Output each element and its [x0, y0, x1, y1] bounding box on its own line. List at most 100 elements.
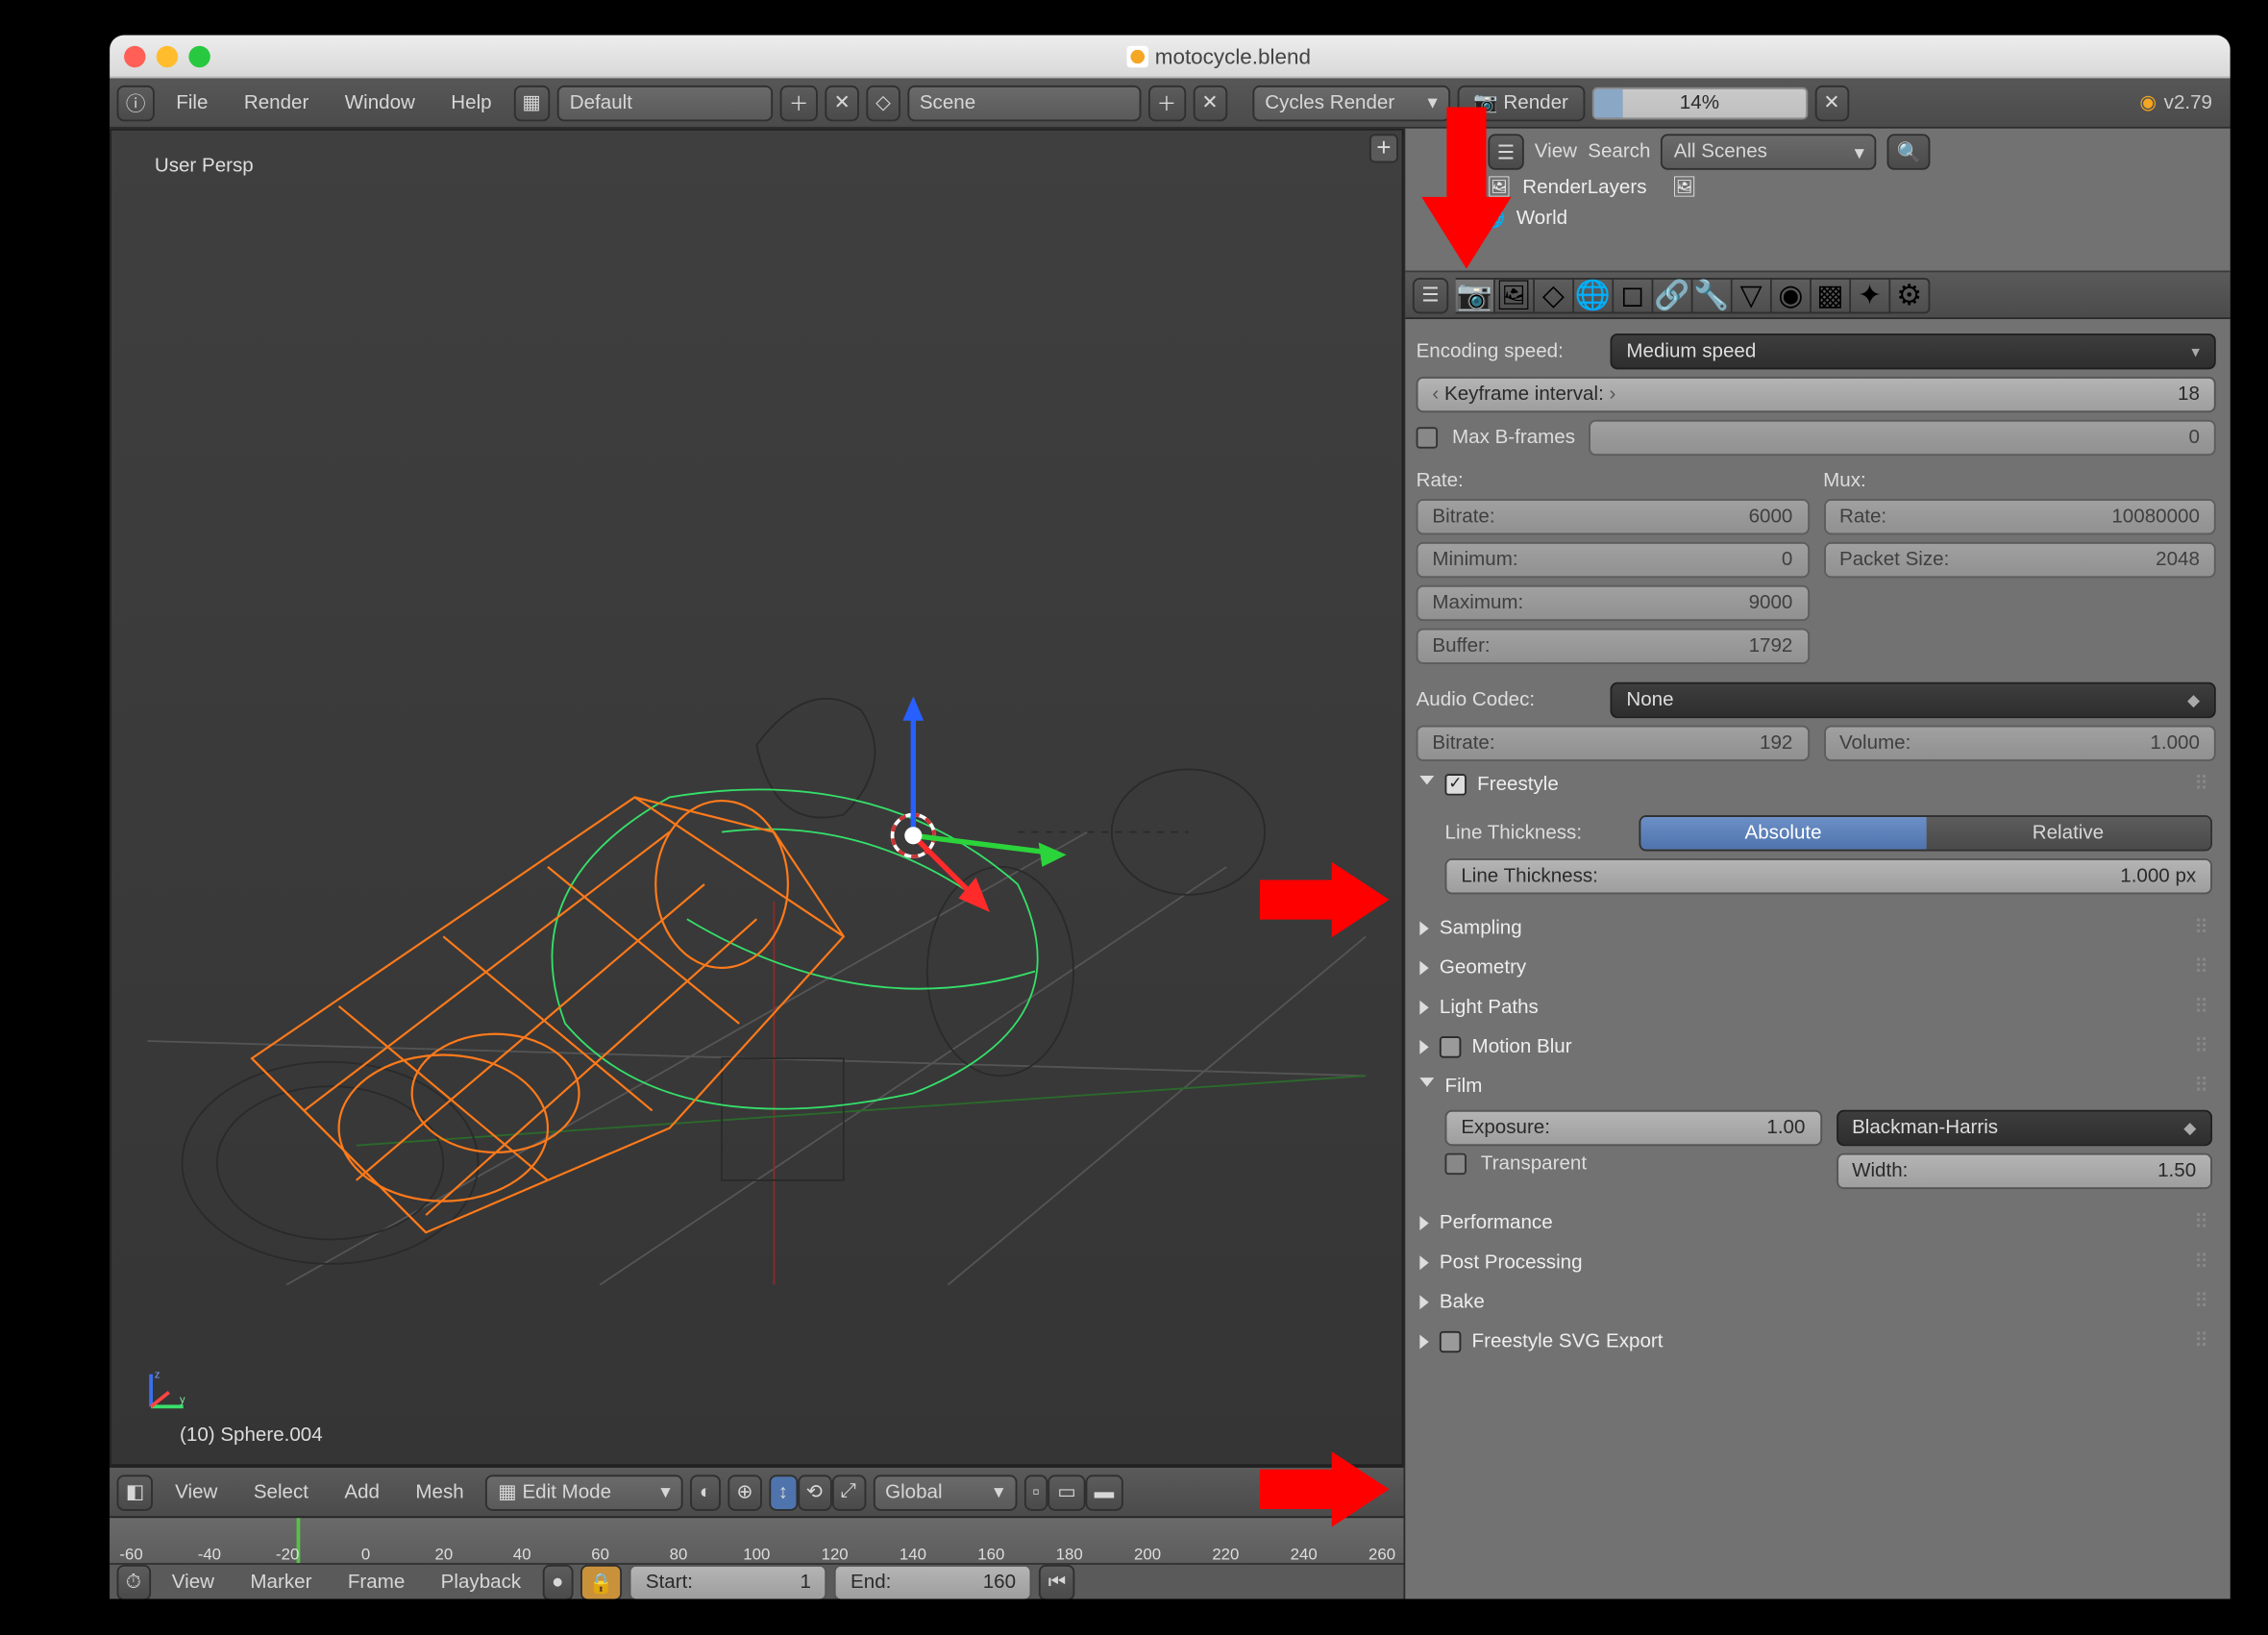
tab-physics[interactable]: ⚙: [1890, 277, 1930, 312]
pivot-icon[interactable]: ⊕: [727, 1474, 762, 1509]
jump-start-icon[interactable]: ⏮: [1039, 1565, 1074, 1599]
transparent-label: Transparent: [1481, 1153, 1587, 1175]
select-edge-icon[interactable]: ▭: [1048, 1474, 1085, 1509]
start-frame-field[interactable]: Start:1: [629, 1565, 827, 1599]
rate-min-field[interactable]: Minimum:0: [1417, 542, 1810, 578]
auto-keyframe-icon[interactable]: ●: [543, 1565, 573, 1599]
cancel-render-icon[interactable]: ✕: [1814, 85, 1849, 120]
vp-menu-select[interactable]: Select: [239, 1475, 323, 1508]
rate-buffer-field[interactable]: Buffer:1792: [1417, 629, 1810, 664]
viewport-shading-icon[interactable]: ◐: [690, 1474, 720, 1509]
exposure-field[interactable]: Exposure:1.00: [1445, 1110, 1822, 1146]
tl-menu-frame[interactable]: Frame: [333, 1567, 419, 1599]
panel-film-header[interactable]: Film⠿: [1417, 1069, 2216, 1103]
transparent-checkbox[interactable]: [1445, 1153, 1467, 1175]
freestyle-checkbox[interactable]: [1445, 773, 1467, 794]
panel-bake-header[interactable]: Bake⠿: [1417, 1284, 2216, 1319]
search-icon[interactable]: 🔍: [1887, 134, 1930, 169]
audio-codec-dropdown[interactable]: None◆: [1611, 682, 2216, 718]
pixel-filter-dropdown[interactable]: Blackman-Harris◆: [1836, 1110, 2212, 1146]
outliner-item-world[interactable]: 🌐World: [1417, 202, 2220, 233]
close-traffic-light[interactable]: [124, 45, 145, 66]
editor-type-timeline-icon[interactable]: ⏱: [117, 1565, 151, 1599]
panel-post-processing-header[interactable]: Post Processing⠿: [1417, 1245, 2216, 1279]
rate-max-field[interactable]: Maximum:9000: [1417, 585, 1810, 621]
orientation-dropdown[interactable]: Global▾: [873, 1474, 1017, 1509]
audio-volume-field[interactable]: Volume:1.000: [1823, 726, 2216, 761]
scene-dropdown[interactable]: Scene: [907, 85, 1141, 120]
manipulator-translate-icon[interactable]: ↕: [769, 1474, 797, 1509]
add-screen-icon[interactable]: ＋: [780, 85, 818, 120]
tab-texture[interactable]: ▩: [1812, 277, 1851, 312]
panel-sampling-header[interactable]: Sampling⠿: [1417, 910, 2216, 945]
tl-menu-marker[interactable]: Marker: [235, 1567, 326, 1599]
motion-blur-checkbox[interactable]: [1440, 1035, 1461, 1056]
tab-render-layers[interactable]: 🖼: [1495, 277, 1535, 312]
tab-object[interactable]: ◻: [1614, 277, 1653, 312]
menu-file[interactable]: File: [161, 87, 222, 119]
tl-menu-playback[interactable]: Playback: [427, 1567, 535, 1599]
restrict-render-icon[interactable]: 🖼: [1672, 175, 1697, 198]
editor-type-3dview-icon[interactable]: ◧: [117, 1474, 154, 1509]
keying-set-lock-icon[interactable]: 🔒: [579, 1565, 622, 1599]
tab-modifiers[interactable]: 🔧: [1692, 277, 1732, 312]
panel-motion-blur-header[interactable]: Motion Blur⠿: [1417, 1029, 2216, 1064]
menu-render[interactable]: Render: [230, 87, 323, 119]
select-face-icon[interactable]: ▬: [1085, 1474, 1122, 1509]
vp-menu-view[interactable]: View: [160, 1475, 232, 1508]
editor-type-info-icon[interactable]: ⓘ: [117, 85, 155, 120]
editor-type-properties-icon[interactable]: ☰: [1413, 277, 1448, 312]
timeline-ruler[interactable]: -60-40-200204060801001201401601802002202…: [110, 1518, 1403, 1565]
absolute-option[interactable]: Absolute: [1640, 817, 1925, 850]
keyframe-interval-field[interactable]: Keyframe interval:18: [1417, 377, 2216, 412]
outliner-scene-filter[interactable]: All Scenes▾: [1662, 134, 1877, 169]
svg-export-checkbox[interactable]: [1440, 1330, 1461, 1351]
delete-scene-icon[interactable]: ✕: [1193, 85, 1227, 120]
screen-layout-dropdown[interactable]: Default: [557, 85, 773, 120]
mux-packet-field[interactable]: Packet Size:2048: [1823, 542, 2216, 578]
tab-render[interactable]: 📷: [1455, 277, 1494, 312]
encoding-speed-dropdown[interactable]: Medium speed▾: [1611, 334, 2216, 369]
zoom-traffic-light[interactable]: [188, 45, 210, 66]
tab-material[interactable]: ◉: [1772, 277, 1812, 312]
max-bframes-field[interactable]: 0: [1590, 420, 2216, 456]
end-frame-field[interactable]: End:160: [834, 1565, 1032, 1599]
audio-bitrate-field[interactable]: Bitrate:192: [1417, 726, 1810, 761]
tab-scene[interactable]: ◇: [1535, 277, 1574, 312]
line-thickness-mode-toggle[interactable]: AbsoluteRelative: [1639, 815, 2212, 851]
mux-rate-field[interactable]: Rate:10080000: [1823, 499, 2216, 534]
max-bframes-checkbox[interactable]: [1417, 427, 1438, 448]
panel-freestyle-header[interactable]: Freestyle⠿: [1417, 767, 2216, 802]
filter-width-field[interactable]: Width:1.50: [1836, 1153, 2212, 1189]
screen-layout-icon[interactable]: ▦: [513, 85, 550, 120]
3d-viewport[interactable]: User Persp +: [110, 129, 1403, 1466]
tab-particles[interactable]: ✦: [1851, 277, 1890, 312]
panel-performance-header[interactable]: Performance⠿: [1417, 1205, 2216, 1240]
menu-window[interactable]: Window: [331, 87, 430, 119]
panel-geometry-header[interactable]: Geometry⠿: [1417, 950, 2216, 984]
tl-menu-view[interactable]: View: [158, 1567, 229, 1599]
menu-help[interactable]: Help: [436, 87, 505, 119]
manipulator-rotate-icon[interactable]: ⟲: [797, 1474, 831, 1509]
outliner-item-renderlayers[interactable]: ⊕ 🖼RenderLayers 🖼: [1417, 172, 2220, 203]
vp-menu-add[interactable]: Add: [330, 1475, 394, 1508]
relative-option[interactable]: Relative: [1926, 817, 2210, 850]
toolshelf-toggle-icon[interactable]: +: [1369, 134, 1398, 162]
tab-data[interactable]: ▽: [1732, 277, 1771, 312]
scene-browse-icon[interactable]: ◇: [867, 85, 900, 120]
minimize-traffic-light[interactable]: [157, 45, 178, 66]
tab-constraints[interactable]: 🔗: [1653, 277, 1692, 312]
panel-svg-export-header[interactable]: Freestyle SVG Export⠿: [1417, 1324, 2216, 1358]
tab-world[interactable]: 🌐: [1574, 277, 1614, 312]
manipulator-scale-icon[interactable]: ⤢: [831, 1474, 865, 1509]
panel-light-paths-header[interactable]: Light Paths⠿: [1417, 990, 2216, 1025]
select-vertex-icon[interactable]: ▫: [1023, 1474, 1048, 1509]
add-scene-icon[interactable]: ＋: [1147, 85, 1185, 120]
mode-dropdown[interactable]: ▦ Edit Mode▾: [485, 1474, 683, 1509]
rate-bitrate-field[interactable]: Bitrate:6000: [1417, 499, 1810, 534]
vp-menu-mesh[interactable]: Mesh: [401, 1475, 478, 1508]
line-thickness-field[interactable]: Line Thickness:1.000 px: [1445, 858, 2212, 894]
panel-grip-icon[interactable]: ⠿: [2194, 772, 2212, 795]
render-engine-dropdown[interactable]: Cycles Render▾: [1252, 85, 1450, 120]
delete-screen-icon[interactable]: ✕: [825, 85, 859, 120]
